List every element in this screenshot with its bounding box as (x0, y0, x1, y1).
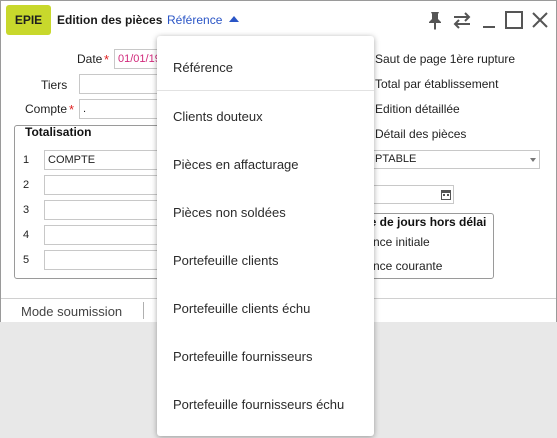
radio-option-courante[interactable]: nce courante (373, 259, 442, 273)
totalisation-field-5[interactable] (44, 250, 164, 270)
required-marker: * (69, 102, 75, 117)
tab-divider (143, 302, 144, 319)
checkbox-detail-pieces[interactable]: Détail des pièces (375, 127, 466, 141)
maximize-icon[interactable] (504, 10, 524, 30)
minimize-icon[interactable] (480, 10, 500, 30)
totalisation-field-1[interactable]: COMPTE (44, 150, 164, 170)
checkbox-total-etablissement[interactable]: Total par établissement (375, 77, 498, 91)
type-select[interactable]: PTABLE (370, 150, 540, 169)
totalisation-field-2[interactable] (44, 175, 164, 195)
menu-item-portefeuille-clients-echu[interactable]: Portefeuille clients échu (157, 284, 374, 332)
days-overdue-title: re de jours hors délai (365, 215, 487, 229)
tab-mode-soumission[interactable]: Mode soumission (21, 304, 122, 319)
menu-item-reference[interactable]: Référence (157, 43, 374, 91)
app-badge[interactable]: EPIE (6, 5, 51, 35)
row-number: 5 (23, 254, 30, 266)
totalisation-title: Totalisation (25, 125, 92, 139)
menu-item-portefeuille-clients[interactable]: Portefeuille clients (157, 236, 374, 284)
field-value: COMPTE (48, 154, 96, 166)
swap-arrows-icon[interactable] (452, 10, 472, 30)
row-number: 2 (23, 179, 30, 191)
menu-item-pieces-non-soldees[interactable]: Pièces non soldées (157, 188, 374, 236)
totalisation-field-4[interactable] (44, 225, 164, 245)
required-marker: * (104, 52, 110, 67)
radio-option-initiale[interactable]: nce initiale (373, 235, 430, 249)
tiers-field[interactable] (79, 74, 164, 94)
menu-item-portefeuille-fournisseurs-echu[interactable]: Portefeuille fournisseurs échu (157, 380, 374, 428)
close-icon[interactable] (530, 10, 550, 30)
view-dropdown-menu: Référence Clients douteux Pièces en affa… (157, 36, 374, 436)
chevron-down-icon (530, 158, 536, 162)
row-number: 1 (23, 154, 30, 166)
menu-divider (157, 90, 374, 91)
totalisation-field-3[interactable] (44, 200, 164, 220)
select-value: PTABLE (375, 153, 417, 165)
pin-icon[interactable] (425, 10, 445, 30)
title-bar: EPIE Edition des pièces Référence (1, 1, 556, 39)
date-value: 01/01/19 (118, 53, 161, 65)
checkbox-edition-detaillee[interactable]: Edition détaillée (375, 102, 460, 116)
calendar-icon[interactable] (441, 189, 451, 200)
compte-field[interactable]: . (79, 99, 164, 119)
window-title: Edition des pièces (57, 13, 163, 27)
view-dropdown-trigger[interactable]: Référence (167, 13, 222, 27)
menu-item-portefeuille-fournisseurs[interactable]: Portefeuille fournisseurs (157, 332, 374, 380)
chevron-up-icon[interactable] (228, 13, 240, 25)
date-field-secondary[interactable] (370, 185, 454, 204)
date-label: Date (77, 52, 103, 66)
menu-item-pieces-affacturage[interactable]: Pièces en affacturage (157, 140, 374, 188)
checkbox-saut-page[interactable]: Saut de page 1ère rupture (375, 52, 515, 66)
compte-value: . (83, 103, 87, 115)
row-number: 3 (23, 204, 30, 216)
row-number: 4 (23, 229, 30, 241)
compte-label: Compte (25, 102, 68, 116)
tiers-label: Tiers (41, 78, 68, 92)
menu-item-clients-douteux[interactable]: Clients douteux (157, 92, 374, 140)
